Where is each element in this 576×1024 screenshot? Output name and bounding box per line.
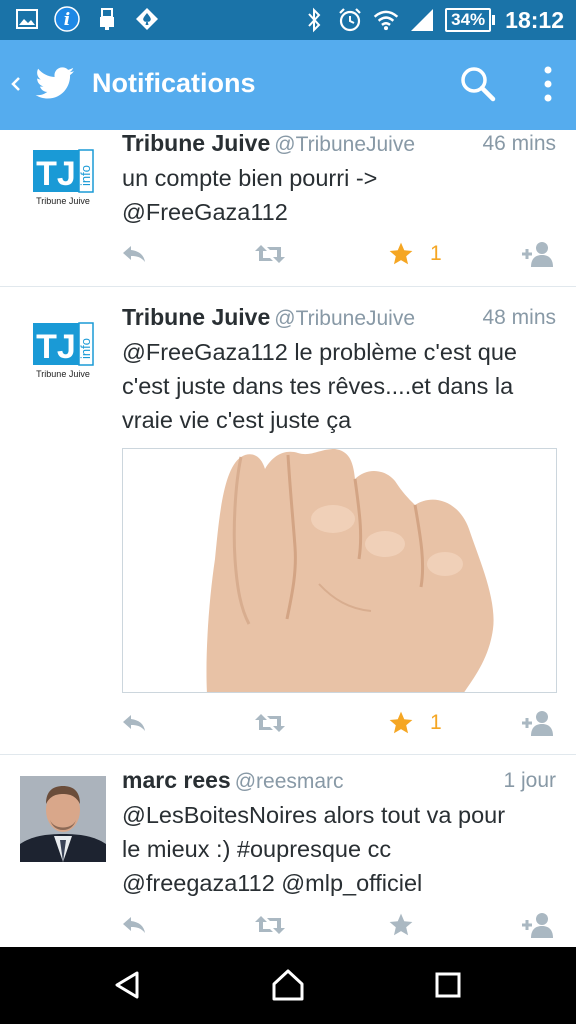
back-button[interactable] (6, 66, 26, 102)
tweet-text-line: c'est juste dans tes rêves....et dans la (122, 373, 514, 399)
usb-icon (94, 5, 120, 33)
tweet-time: 46 mins (482, 132, 556, 155)
search-button[interactable] (458, 64, 498, 104)
retweet-icon (255, 714, 285, 732)
author-name: marc rees (122, 767, 231, 793)
notifications-feed[interactable]: TJ info Tribune Juive Tribune Juive @Trib… (0, 130, 576, 947)
tweet-time: 1 jour (503, 769, 556, 792)
info-icon: i (54, 5, 80, 33)
poker-icon (134, 5, 160, 33)
nav-home-button[interactable] (266, 965, 310, 1005)
bluetooth-icon (301, 6, 327, 34)
svg-text:i: i (64, 10, 70, 30)
svg-text:TJ: TJ (36, 155, 76, 193)
star-icon (389, 913, 413, 936)
follow-button[interactable] (520, 705, 556, 741)
nav-back-button[interactable] (106, 965, 150, 1005)
tweet-text-line: @LesBoitesNoires alors tout va pour (122, 802, 506, 828)
tweet-time: 48 mins (482, 306, 556, 329)
back-triangle-icon (115, 971, 139, 999)
status-bar: i 34% 18:12 (0, 0, 576, 40)
tweet-text-line: un compte bien pourri -> (122, 165, 378, 191)
svg-text:TJ: TJ (36, 328, 76, 366)
reply-button[interactable] (120, 236, 148, 272)
retweet-icon (255, 916, 285, 934)
svg-text:Tribune Juive: Tribune Juive (36, 369, 90, 379)
system-nav-bar (0, 947, 576, 1024)
favorite-button[interactable]: 1 (388, 705, 442, 741)
avatar[interactable] (20, 776, 106, 862)
recents-icon (435, 972, 461, 998)
page-title: Notifications (92, 68, 256, 98)
gallery-icon (14, 5, 40, 33)
wifi-icon (373, 6, 399, 34)
alarm-icon (337, 6, 363, 34)
retweet-button[interactable] (254, 907, 286, 943)
hand-image (123, 449, 556, 692)
reply-icon (123, 917, 145, 933)
reply-icon (123, 715, 145, 731)
add-user-icon (522, 242, 553, 267)
favorite-button[interactable] (388, 907, 414, 943)
tweet[interactable]: marc rees @reesmarc 1 jour @LesBoitesNoir… (0, 755, 576, 947)
tweet-text-line: @FreeGaza112 le problème c'est que (122, 339, 517, 365)
follow-button[interactable] (520, 907, 556, 943)
tweet-actions: 1 (0, 236, 576, 272)
tweet-text-line: @freegaza112 @mlp_officiel (122, 870, 423, 896)
favorite-count: 1 (430, 711, 442, 734)
add-user-icon (522, 913, 553, 938)
tweet-text: @LesBoitesNoires alors tout va pour le m… (122, 798, 562, 900)
app-bar: Notifications (0, 40, 576, 130)
retweet-button[interactable] (254, 236, 286, 272)
tweet-text: @FreeGaza112 le problème c'est que c'est… (122, 335, 562, 437)
twitter-bird-icon (34, 62, 76, 106)
author-name: Tribune Juive (122, 130, 271, 156)
battery-level: 34% (445, 8, 492, 32)
tweet-text-line: le mieux :) #oupresque cc (122, 836, 392, 862)
add-user-icon (522, 711, 553, 736)
star-icon (389, 711, 413, 734)
home-icon (272, 969, 304, 1001)
tweet-text: un compte bien pourri -> @FreeGaza112 (122, 161, 562, 229)
svg-text:Tribune Juive: Tribune Juive (36, 196, 90, 206)
favorite-button[interactable]: 1 (388, 236, 442, 272)
tweet-actions: 1 (0, 705, 576, 741)
reply-button[interactable] (120, 705, 148, 741)
follow-button[interactable] (520, 236, 556, 272)
battery-indicator: 34% (445, 8, 496, 32)
overflow-menu-button[interactable] (538, 64, 558, 104)
tweet[interactable]: TJ info Tribune Juive Tribune Juive @Trib… (0, 130, 576, 286)
tweet-text-line: @FreeGaza112 (122, 199, 288, 225)
tweet[interactable]: TJ info Tribune Juive Tribune Juive @Trib… (0, 287, 576, 753)
reply-button[interactable] (120, 907, 148, 943)
tweet-media[interactable] (122, 448, 557, 693)
avatar[interactable]: TJ info Tribune Juive (20, 317, 106, 403)
svg-text:info: info (78, 338, 93, 359)
tweet-actions (0, 907, 576, 943)
signal-icon (409, 6, 435, 34)
more-vertical-icon (544, 66, 552, 102)
retweet-icon (255, 245, 285, 263)
svg-text:info: info (78, 165, 93, 186)
reply-icon (123, 246, 145, 262)
author-handle: @TribuneJuive (274, 307, 416, 330)
tweet-author[interactable]: marc rees @reesmarc (122, 767, 344, 794)
retweet-button[interactable] (254, 705, 286, 741)
tweet-author[interactable]: Tribune Juive @TribuneJuive (122, 304, 415, 331)
favorite-count: 1 (430, 242, 442, 265)
star-icon (389, 242, 413, 265)
author-handle: @reesmarc (234, 770, 344, 793)
search-icon (461, 67, 496, 102)
author-handle: @TribuneJuive (274, 133, 416, 156)
tweet-text-line: vraie vie c'est juste ça (122, 407, 352, 433)
author-name: Tribune Juive (122, 304, 271, 330)
avatar[interactable]: TJ info Tribune Juive (20, 144, 106, 230)
chevron-left-icon (11, 77, 20, 91)
tweet-author[interactable]: Tribune Juive @TribuneJuive (122, 130, 415, 157)
clock: 18:12 (505, 6, 564, 33)
nav-recents-button[interactable] (426, 965, 470, 1005)
